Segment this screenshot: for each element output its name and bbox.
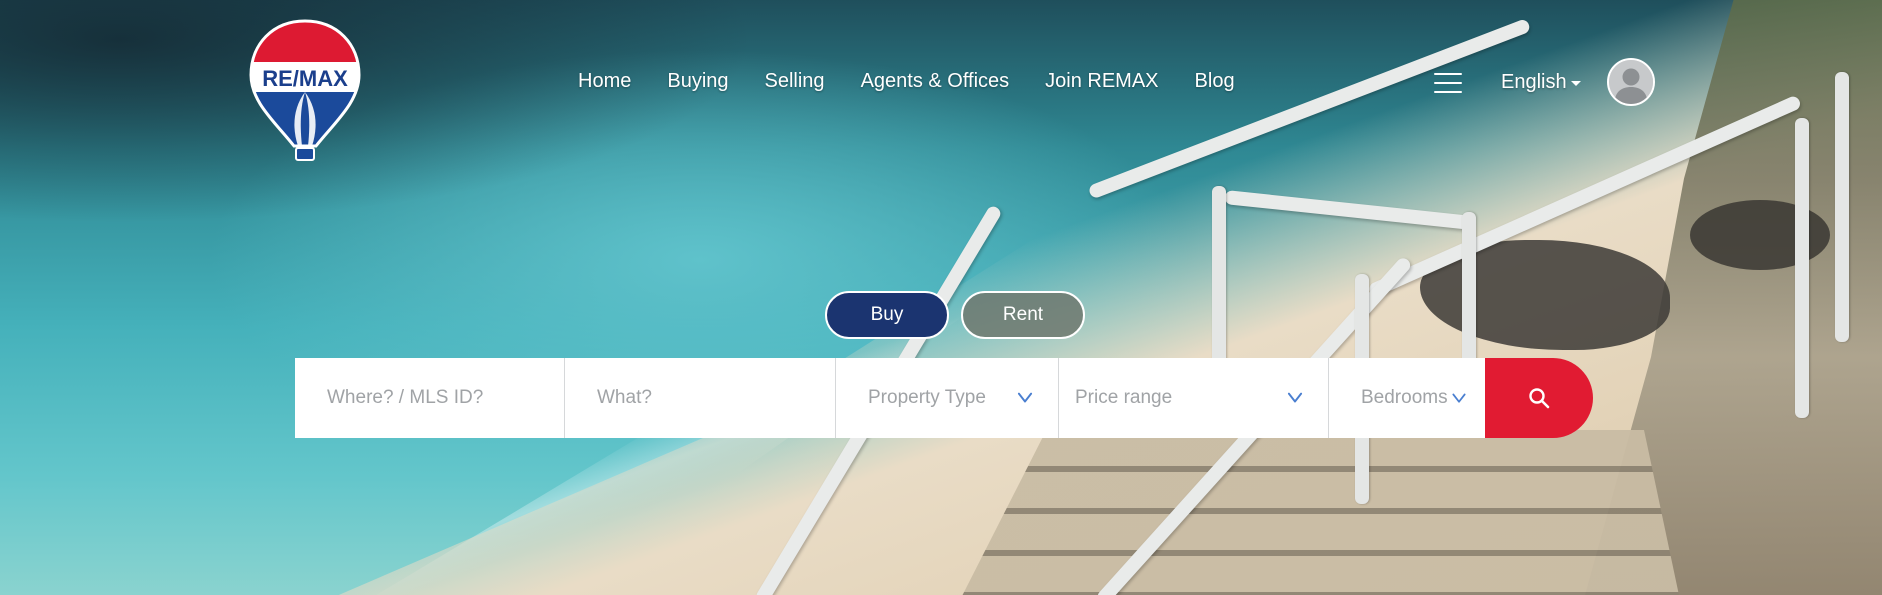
language-label: English xyxy=(1501,71,1567,93)
nav-buying[interactable]: Buying xyxy=(649,70,746,93)
nav-selling[interactable]: Selling xyxy=(747,70,843,93)
where-field xyxy=(295,358,565,438)
user-avatar-icon[interactable] xyxy=(1607,58,1655,106)
what-input[interactable] xyxy=(597,387,835,409)
nav-blog[interactable]: Blog xyxy=(1177,70,1253,93)
railing-post xyxy=(1795,118,1809,418)
nav-join-remax[interactable]: Join REMAX xyxy=(1027,70,1176,93)
language-selector[interactable]: English xyxy=(1501,71,1581,94)
bedrooms-label: Bedrooms xyxy=(1361,387,1448,408)
what-field xyxy=(565,358,836,438)
rock xyxy=(1690,200,1830,270)
remax-logo[interactable]: RE/MAX xyxy=(248,18,362,164)
railing-post xyxy=(1462,212,1476,382)
chevron-down-icon xyxy=(1452,393,1466,403)
price-range-select[interactable]: Price range xyxy=(1059,358,1329,438)
property-type-select[interactable]: Property Type xyxy=(836,358,1059,438)
property-type-label: Property Type xyxy=(868,387,986,408)
railing-post xyxy=(1835,72,1849,342)
chevron-down-icon xyxy=(1287,392,1303,403)
transaction-type-toggle: Buy Rent xyxy=(825,291,1085,339)
menu-line xyxy=(1434,82,1462,84)
railing-post xyxy=(1212,186,1226,376)
caret-down-icon xyxy=(1570,81,1581,86)
chevron-down-icon xyxy=(1017,392,1033,403)
buy-toggle-button[interactable]: Buy xyxy=(825,291,949,339)
bedrooms-select[interactable]: Bedrooms xyxy=(1329,358,1485,438)
search-button[interactable] xyxy=(1485,358,1593,438)
nav-agents-offices[interactable]: Agents & Offices xyxy=(843,70,1028,93)
main-nav: Home Buying Selling Agents & Offices Joi… xyxy=(560,70,1253,93)
price-range-label: Price range xyxy=(1075,387,1173,408)
logo-text: RE/MAX xyxy=(262,66,348,91)
user-silhouette-icon xyxy=(1609,60,1653,104)
where-input[interactable] xyxy=(327,387,564,409)
rent-toggle-button[interactable]: Rent xyxy=(961,291,1085,339)
nav-home[interactable]: Home xyxy=(560,70,649,93)
property-search-bar: Property Type Price range Bedrooms xyxy=(295,358,1593,438)
search-icon xyxy=(1529,388,1550,409)
hamburger-menu-icon[interactable] xyxy=(1434,73,1462,93)
stone-stairs xyxy=(960,430,1680,595)
menu-line xyxy=(1434,73,1462,75)
hot-air-balloon-icon: RE/MAX xyxy=(249,19,361,161)
menu-line xyxy=(1434,91,1462,93)
